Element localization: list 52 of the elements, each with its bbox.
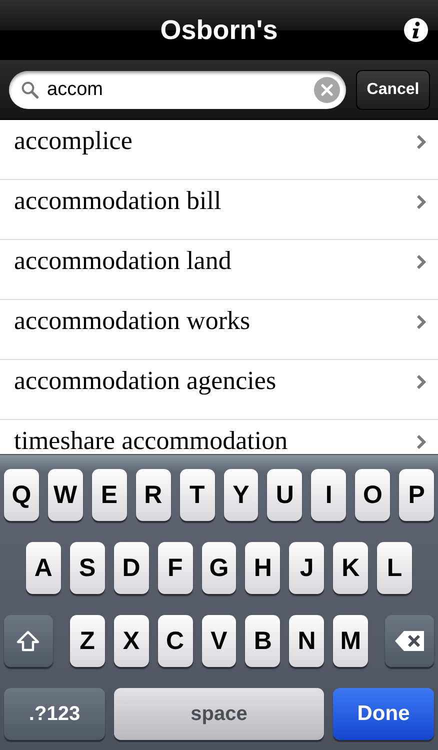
search-field[interactable]: accom [9, 70, 346, 108]
chevron-icon [416, 254, 426, 270]
key[interactable]: C [158, 615, 193, 667]
key[interactable]: G [202, 542, 236, 594]
window-title: Osborn's [160, 14, 278, 46]
key[interactable]: B [245, 615, 280, 667]
shift-arrow-icon [16, 630, 40, 652]
key[interactable]: V [202, 615, 236, 667]
key[interactable]: W [48, 469, 83, 521]
key[interactable]: Y [224, 469, 258, 521]
key[interactable]: O [355, 469, 390, 521]
info-icon [404, 18, 428, 42]
key[interactable]: F [158, 542, 193, 594]
search-input[interactable]: accom [47, 78, 306, 100]
done-key[interactable]: Done [333, 688, 434, 740]
chevron-icon [416, 314, 426, 330]
chevron-icon [416, 374, 426, 390]
space-key[interactable]: space [114, 688, 324, 740]
delete-key[interactable] [385, 615, 434, 667]
chevron-icon [416, 134, 426, 150]
key[interactable]: Q [4, 469, 39, 521]
clear-icon [314, 76, 340, 102]
key[interactable]: K [333, 542, 368, 594]
search-icon [21, 80, 39, 98]
key[interactable]: M [333, 615, 368, 667]
key[interactable]: Z [70, 615, 105, 667]
result-row[interactable]: accomplice [0, 120, 438, 180]
key[interactable]: L [377, 542, 412, 594]
chevron-icon [416, 434, 426, 450]
key[interactable]: U [267, 469, 302, 521]
result-row[interactable]: accommodation bill [0, 180, 438, 240]
result-row[interactable]: accommodation works [0, 300, 438, 360]
cancel-button[interactable]: Cancel [356, 70, 430, 110]
key[interactable]: A [26, 542, 61, 594]
numbers-key[interactable]: .?123 [4, 688, 105, 740]
chevron-icon [416, 194, 426, 210]
info-button[interactable] [404, 18, 428, 42]
key[interactable]: I [311, 469, 346, 521]
key[interactable]: R [136, 469, 171, 521]
key[interactable]: J [289, 542, 324, 594]
result-row[interactable]: accommodation agencies [0, 360, 438, 420]
shift-key[interactable] [4, 615, 53, 667]
key[interactable]: X [114, 615, 149, 667]
result-row[interactable]: accommodation land [0, 240, 438, 300]
backspace-icon [394, 630, 426, 652]
key[interactable]: T [180, 469, 215, 521]
key[interactable]: E [92, 469, 127, 521]
key[interactable]: D [114, 542, 149, 594]
key[interactable]: S [70, 542, 105, 594]
key[interactable]: P [399, 469, 434, 521]
key[interactable]: N [289, 615, 324, 667]
key[interactable]: H [245, 542, 280, 594]
